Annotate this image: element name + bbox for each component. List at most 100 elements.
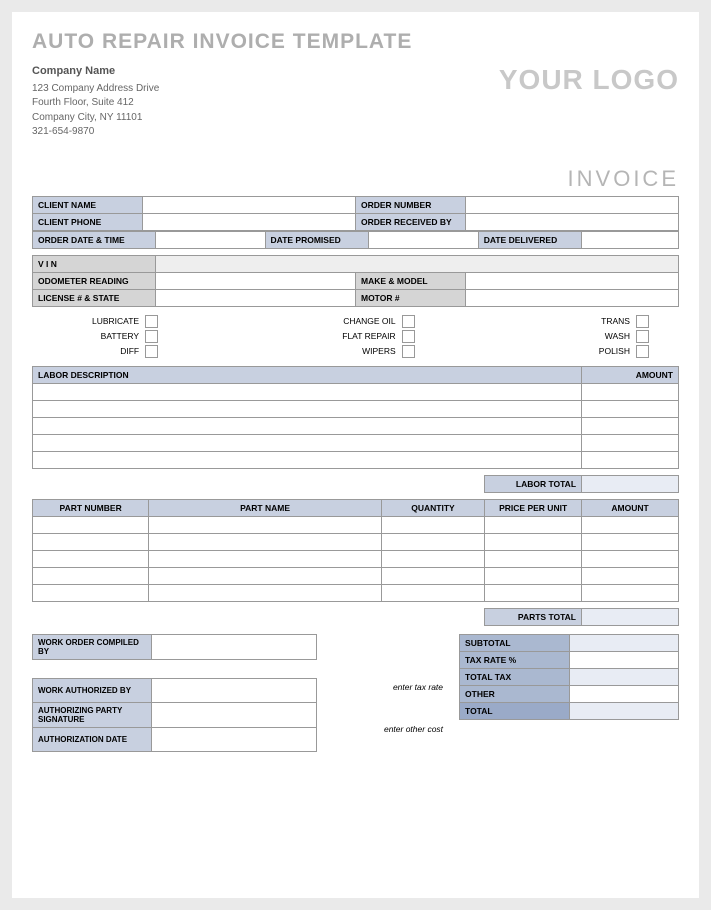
wash-checkbox[interactable]	[636, 330, 649, 343]
date-delivered-label: DATE DELIVERED	[478, 231, 581, 248]
date-promised-label: DATE PROMISED	[265, 231, 368, 248]
date-promised-field[interactable]	[368, 231, 478, 248]
parts-row	[33, 550, 679, 567]
motor-field[interactable]	[465, 289, 678, 306]
enter-tax-hint: enter tax rate	[329, 682, 447, 692]
hints-col: enter tax rate enter other cost	[329, 634, 447, 734]
client-name-field[interactable]	[142, 196, 355, 213]
labor-desc-header: LABOR DESCRIPTION	[33, 366, 582, 383]
client-order-table: CLIENT NAME ORDER NUMBER CLIENT PHONE OR…	[32, 196, 679, 231]
vin-label: V I N	[33, 255, 156, 272]
auth-date-field[interactable]	[152, 727, 317, 751]
company-block: Company Name 123 Company Address Drive F…	[32, 64, 159, 140]
labor-row	[33, 417, 679, 434]
change-oil-label: CHANGE OIL	[343, 316, 395, 326]
labor-row	[33, 383, 679, 400]
invoice-label: INVOICE	[32, 166, 679, 192]
odometer-field[interactable]	[155, 272, 355, 289]
company-phone: 321-654-9870	[32, 125, 159, 140]
diff-label: DIFF	[120, 346, 139, 356]
total-label: TOTAL	[460, 702, 569, 719]
authorized-by-field[interactable]	[152, 678, 317, 702]
trans-checkbox[interactable]	[636, 315, 649, 328]
service-checks: LUBRICATE BATTERY DIFF CHANGE OIL FLAT R…	[32, 307, 679, 366]
invoice-page: AUTO REPAIR INVOICE TEMPLATE Company Nam…	[0, 0, 711, 910]
check-col-2: CHANGE OIL FLAT REPAIR WIPERS	[342, 315, 414, 358]
labor-amount-header: AMOUNT	[582, 366, 679, 383]
compiled-by-field[interactable]	[152, 634, 317, 659]
battery-checkbox[interactable]	[145, 330, 158, 343]
wipers-checkbox[interactable]	[402, 345, 415, 358]
labor-row	[33, 434, 679, 451]
signature-field[interactable]	[152, 702, 317, 727]
total-tax-label: TOTAL TAX	[460, 668, 569, 685]
total-field[interactable]	[569, 702, 678, 719]
subtotal-label: SUBTOTAL	[460, 634, 569, 651]
signature-label: AUTHORIZING PARTY SIGNATURE	[33, 702, 152, 727]
license-field[interactable]	[155, 289, 355, 306]
client-phone-field[interactable]	[142, 213, 355, 230]
flat-repair-checkbox[interactable]	[402, 330, 415, 343]
parts-row	[33, 516, 679, 533]
authorized-by-label: WORK AUTHORIZED BY	[33, 678, 152, 702]
totals-table: SUBTOTAL TAX RATE % TOTAL TAX OTHER TOTA…	[459, 634, 679, 720]
order-received-by-field[interactable]	[465, 213, 678, 230]
wipers-label: WIPERS	[362, 346, 396, 356]
subtotal-field[interactable]	[569, 634, 678, 651]
auth-date-label: AUTHORIZATION DATE	[33, 727, 152, 751]
company-addr1: 123 Company Address Drive	[32, 82, 159, 97]
other-label: OTHER	[460, 685, 569, 702]
client-phone-label: CLIENT PHONE	[33, 213, 143, 230]
parts-amount-header: AMOUNT	[582, 499, 679, 516]
other-field[interactable]	[569, 685, 678, 702]
diff-checkbox[interactable]	[145, 345, 158, 358]
date-delivered-field[interactable]	[582, 231, 679, 248]
odometer-label: ODOMETER READING	[33, 272, 156, 289]
make-model-label: MAKE & MODEL	[355, 272, 465, 289]
quantity-header: QUANTITY	[381, 499, 484, 516]
tax-rate-field[interactable]	[569, 651, 678, 668]
check-col-3: TRANS WASH POLISH	[599, 315, 649, 358]
lubricate-label: LUBRICATE	[92, 316, 139, 326]
order-received-by-label: ORDER RECEIVED BY	[355, 213, 465, 230]
logo-placeholder: YOUR LOGO	[499, 64, 679, 96]
labor-row	[33, 451, 679, 468]
check-col-1: LUBRICATE BATTERY DIFF	[92, 315, 158, 358]
authorization-table: WORK AUTHORIZED BY AUTHORIZING PARTY SIG…	[32, 678, 317, 752]
tax-rate-label: TAX RATE %	[460, 651, 569, 668]
polish-checkbox[interactable]	[636, 345, 649, 358]
parts-table: PART NUMBER PART NAME QUANTITY PRICE PER…	[32, 499, 679, 602]
vin-field[interactable]	[155, 255, 678, 272]
parts-row	[33, 567, 679, 584]
vehicle-table: V I N ODOMETER READING MAKE & MODEL LICE…	[32, 255, 679, 307]
parts-total-field[interactable]	[582, 608, 679, 625]
order-number-field[interactable]	[465, 196, 678, 213]
order-number-label: ORDER NUMBER	[355, 196, 465, 213]
order-date-time-label: ORDER DATE & TIME	[33, 231, 156, 248]
labor-total-table: LABOR TOTAL	[32, 475, 679, 493]
labor-table: LABOR DESCRIPTION AMOUNT	[32, 366, 679, 469]
enter-other-hint: enter other cost	[329, 724, 447, 734]
bottom-section: WORK ORDER COMPILED BY WORK AUTHORIZED B…	[32, 634, 679, 752]
change-oil-checkbox[interactable]	[402, 315, 415, 328]
part-number-header: PART NUMBER	[33, 499, 149, 516]
flat-repair-label: FLAT REPAIR	[342, 331, 395, 341]
total-tax-field[interactable]	[569, 668, 678, 685]
order-date-time-field[interactable]	[155, 231, 265, 248]
page-title: AUTO REPAIR INVOICE TEMPLATE	[32, 30, 679, 54]
wash-label: WASH	[605, 331, 630, 341]
make-model-field[interactable]	[465, 272, 678, 289]
parts-total-table: PARTS TOTAL	[32, 608, 679, 626]
battery-label: BATTERY	[101, 331, 139, 341]
labor-total-label: LABOR TOTAL	[485, 475, 582, 492]
header: Company Name 123 Company Address Drive F…	[32, 64, 679, 140]
license-label: LICENSE # & STATE	[33, 289, 156, 306]
part-name-header: PART NAME	[149, 499, 382, 516]
order-dates-table: ORDER DATE & TIME DATE PROMISED DATE DEL…	[32, 231, 679, 249]
lubricate-checkbox[interactable]	[145, 315, 158, 328]
company-name: Company Name	[32, 64, 159, 80]
labor-total-field[interactable]	[582, 475, 679, 492]
parts-row	[33, 533, 679, 550]
parts-total-label: PARTS TOTAL	[485, 608, 582, 625]
client-name-label: CLIENT NAME	[33, 196, 143, 213]
